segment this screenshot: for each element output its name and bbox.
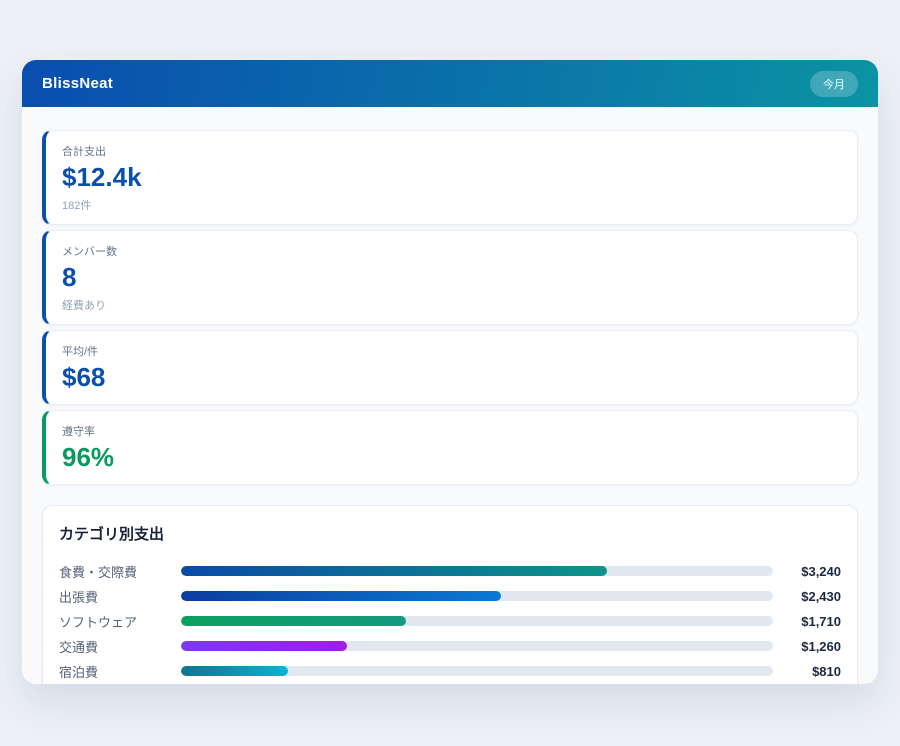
stat-value: $12.4k bbox=[62, 163, 841, 193]
category-card-title: カテゴリ別支出 bbox=[59, 523, 841, 544]
stat-label: 遵守率 bbox=[62, 423, 841, 439]
dashboard-content: 合計支出 $12.4k 182件 メンバー数 8 経費あり 平均/件 $68 遵… bbox=[22, 107, 878, 684]
category-bar-track bbox=[181, 666, 773, 676]
category-bar-fill bbox=[181, 666, 288, 676]
category-value: $1,710 bbox=[775, 614, 841, 629]
stat-card-compliance: 遵守率 96% bbox=[42, 410, 858, 485]
stat-value: $68 bbox=[62, 363, 841, 393]
category-value: $1,260 bbox=[775, 639, 841, 654]
category-breakdown-card: カテゴリ別支出 食費・交際費 $3,240 出張費 $2,430 ソフトウェア $1,71… bbox=[42, 505, 858, 684]
category-label: 食費・交際費 bbox=[59, 562, 179, 581]
dashboard-panel: BlissNeat 今月 合計支出 $12.4k 182件 メンバー数 8 経費… bbox=[22, 60, 878, 684]
stat-label: 合計支出 bbox=[62, 143, 841, 159]
category-row: 出張費 $2,430 bbox=[59, 584, 841, 609]
category-label: ソフトウェア bbox=[59, 612, 179, 631]
stat-label: 平均/件 bbox=[62, 343, 841, 359]
category-bar-track bbox=[181, 566, 773, 576]
category-label: 出張費 bbox=[59, 587, 179, 606]
category-bar-fill bbox=[181, 616, 406, 626]
category-value: $2,430 bbox=[775, 589, 841, 604]
category-bar-fill bbox=[181, 566, 607, 576]
category-row: 食費・交際費 $3,240 bbox=[59, 559, 841, 584]
category-bar-fill bbox=[181, 641, 347, 651]
stat-card-average: 平均/件 $68 bbox=[42, 330, 858, 405]
category-bar-track bbox=[181, 591, 773, 601]
stat-label: メンバー数 bbox=[62, 243, 841, 259]
category-bar-track bbox=[181, 616, 773, 626]
stat-value: 8 bbox=[62, 263, 841, 293]
category-label: 宿泊費 bbox=[59, 662, 179, 681]
category-value: $810 bbox=[775, 664, 841, 679]
period-badge[interactable]: 今月 bbox=[810, 71, 858, 97]
stat-value: 96% bbox=[62, 443, 841, 473]
category-bar-track bbox=[181, 641, 773, 651]
category-bar-fill bbox=[181, 591, 501, 601]
stat-card-members: メンバー数 8 経費あり bbox=[42, 230, 858, 325]
app-title: BlissNeat bbox=[42, 75, 113, 92]
category-label: 交通費 bbox=[59, 637, 179, 656]
category-row: 交通費 $1,260 bbox=[59, 634, 841, 659]
category-bar-list: 食費・交際費 $3,240 出張費 $2,430 ソフトウェア $1,710 交通費 $1,2… bbox=[59, 559, 841, 684]
app-header: BlissNeat 今月 bbox=[22, 60, 878, 107]
stat-card-total-spend: 合計支出 $12.4k 182件 bbox=[42, 130, 858, 225]
category-value: $3,240 bbox=[775, 564, 841, 579]
stat-sublabel: 182件 bbox=[62, 197, 841, 213]
category-row: 宿泊費 $810 bbox=[59, 659, 841, 684]
category-row: ソフトウェア $1,710 bbox=[59, 609, 841, 634]
stat-sublabel: 経費あり bbox=[62, 297, 841, 313]
